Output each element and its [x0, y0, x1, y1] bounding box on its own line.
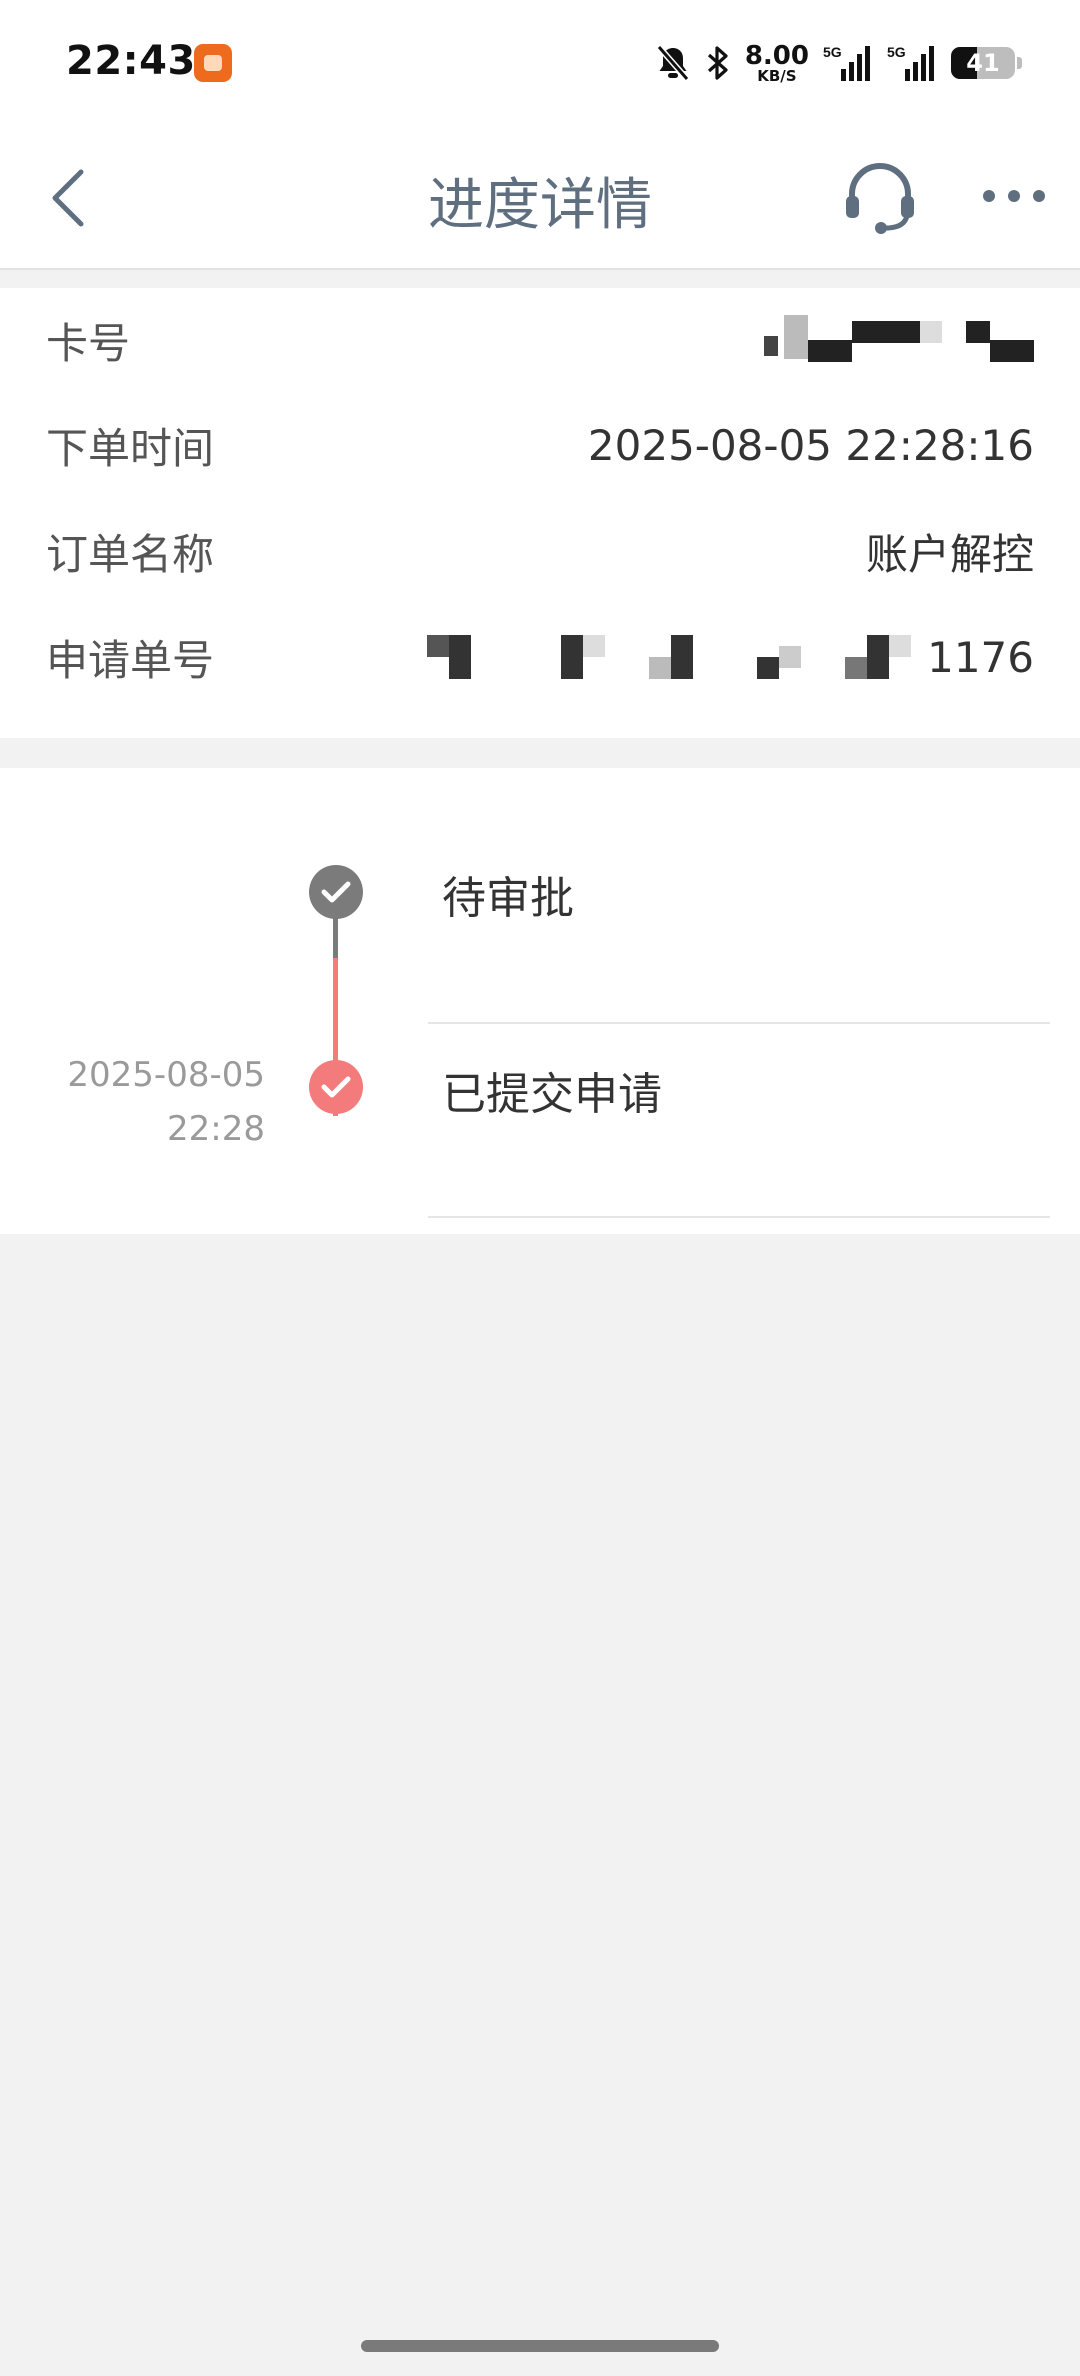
more-dots-icon [983, 190, 1045, 202]
status-indicators: 8.00 KB/S 5G 5G 41 [655, 40, 1022, 86]
battery-tip [1017, 57, 1022, 69]
timeline-node-pending [309, 865, 363, 919]
battery-icon: 41 [951, 47, 1015, 79]
order-name-label: 订单名称 [46, 529, 215, 579]
nav-bar: 进度详情 [0, 126, 1080, 270]
timeline-divider [428, 1216, 1050, 1218]
progress-timeline: 待审批 已提交申请 2025-08-05 22:28 [0, 768, 1080, 1234]
order-time-label: 下单时间 [46, 423, 215, 473]
network-speed-value: 8.00 [744, 40, 809, 71]
info-row-apply-no: 申请单号 1176 [46, 622, 1034, 692]
signal-2-label: 5G [887, 44, 906, 60]
customer-service-button[interactable] [838, 154, 922, 238]
silent-bell-icon [655, 44, 691, 82]
info-row-card-no: 卡号 [46, 305, 1034, 375]
timeline-step-time: 2025-08-05 22:28 [67, 1048, 265, 1156]
bluetooth-icon [705, 44, 731, 82]
timeline-divider [428, 1022, 1050, 1024]
check-icon [321, 881, 351, 903]
more-button[interactable] [978, 166, 1050, 226]
status-time: 22:43 [66, 38, 196, 84]
order-time-value: 2025-08-05 22:28:16 [587, 420, 1034, 470]
order-info-card: 卡号 下单时间 2025-08-05 22:28:16 订单名称 账户解控 申请… [0, 288, 1080, 738]
timeline-step-clock: 22:28 [167, 1109, 265, 1149]
timeline-node-done [309, 1060, 363, 1114]
home-indicator[interactable] [361, 2340, 719, 2352]
info-row-order-time: 下单时间 2025-08-05 22:28:16 [46, 410, 1034, 480]
timeline-step-title: 已提交申请 [442, 1069, 662, 1120]
apply-no-tail: 1176 [927, 632, 1034, 682]
orange-app-icon [194, 44, 232, 82]
apply-no-label: 申请单号 [46, 635, 215, 685]
signal-icon: 5G [887, 43, 937, 83]
signal-1-label: 5G [823, 44, 842, 60]
card-no-masked-value [764, 314, 1034, 366]
check-icon [321, 1076, 351, 1098]
signal-icon: 5G [823, 43, 873, 83]
network-speed: 8.00 KB/S [745, 43, 809, 84]
timeline-step-title: 待审批 [442, 873, 574, 924]
network-speed-unit: KB/S [757, 66, 797, 85]
headset-icon [846, 163, 914, 234]
apply-no-masked-value: 1176 [427, 631, 1034, 683]
card-no-label: 卡号 [46, 318, 131, 368]
order-name-value: 账户解控 [865, 529, 1034, 579]
timeline-connector-gray [333, 918, 338, 958]
battery-level: 41 [966, 49, 1000, 77]
info-row-order-name: 订单名称 账户解控 [46, 516, 1034, 586]
timeline-step-date: 2025-08-05 [67, 1055, 265, 1095]
status-bar: 22:43 8.00 KB/S 5G 5G 41 [0, 0, 1080, 126]
